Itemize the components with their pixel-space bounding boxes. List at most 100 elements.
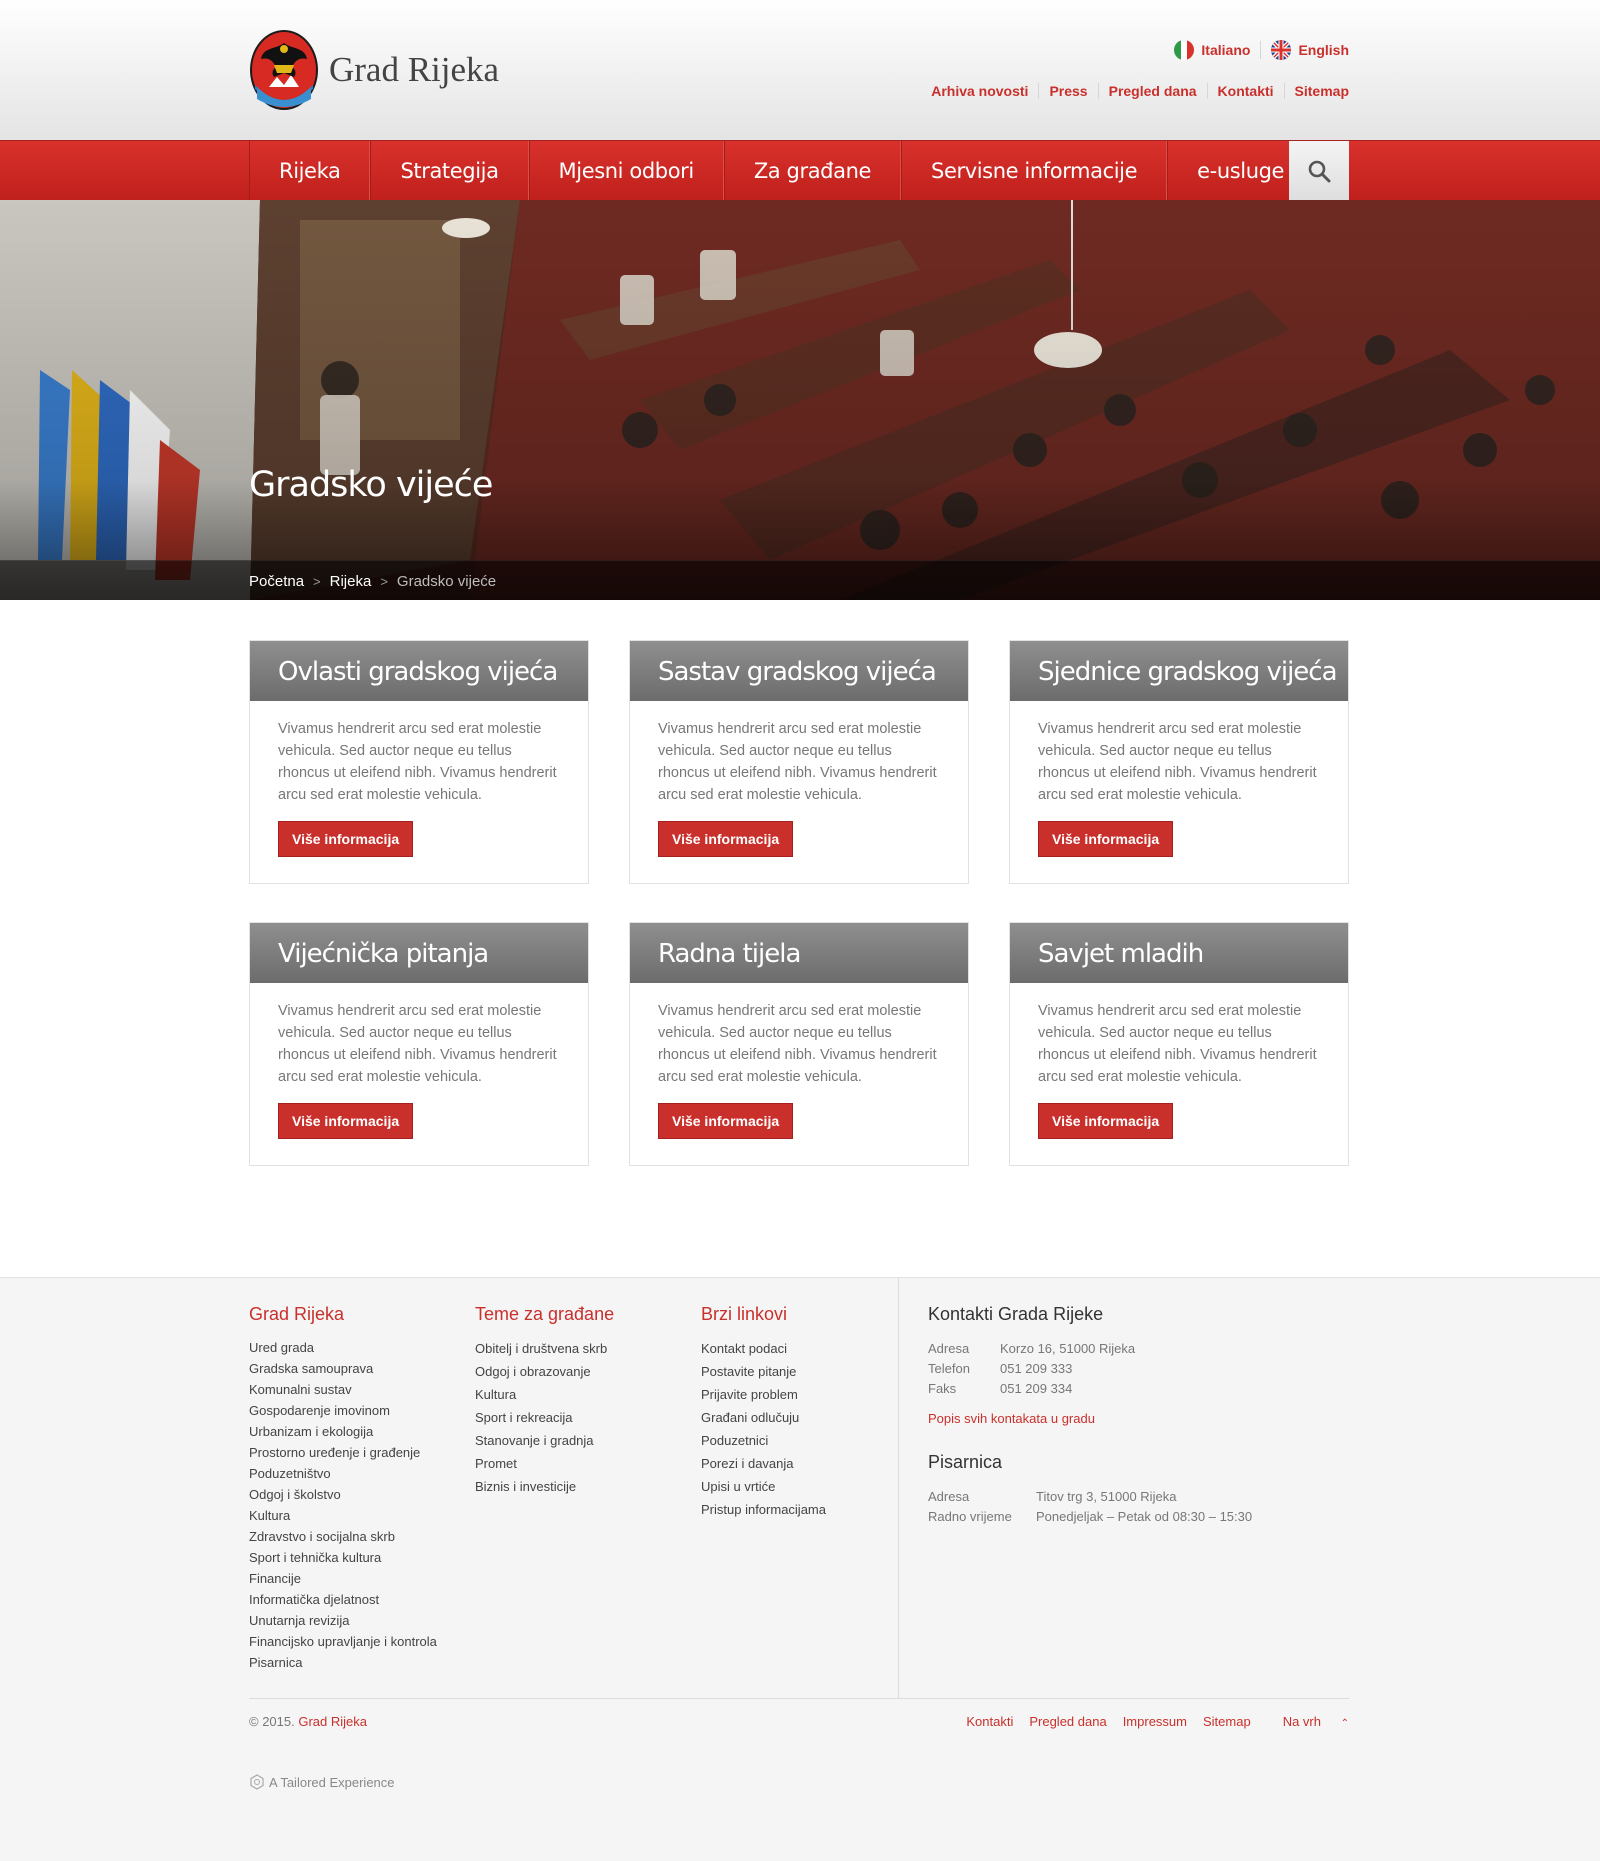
footer-col-teme: Teme za građane Obitelj i društvena skrb…	[475, 1304, 614, 1498]
footer-link[interactable]: Sport i tehnička kultura	[249, 1547, 437, 1568]
top-link-arhiva[interactable]: Arhiva novosti	[921, 83, 1038, 99]
all-contacts-link[interactable]: Popis svih kontakata u gradu	[928, 1411, 1348, 1426]
footer-link[interactable]: Komunalni sustav	[249, 1379, 437, 1400]
footer-link-impressum[interactable]: Impressum	[1123, 1714, 1187, 1729]
chevron-up-icon: ⌃	[1340, 1718, 1349, 1729]
info-card: Vijećnička pitanja Vivamus hendrerit arc…	[249, 922, 589, 1166]
info-card: Sjednice gradskog vijeća Vivamus hendrer…	[1009, 640, 1349, 884]
footer-link[interactable]: Kultura	[475, 1383, 614, 1406]
footer-link-pregled-dana[interactable]: Pregled dana	[1029, 1714, 1106, 1729]
copyright-link[interactable]: Grad Rijeka	[298, 1714, 367, 1729]
footer-col-title[interactable]: Brzi linkovi	[701, 1304, 826, 1325]
contact-key: Faks	[928, 1381, 957, 1396]
breadcrumb-home[interactable]: Početna	[249, 573, 304, 590]
tailored-credit[interactable]: A Tailored Experience	[249, 1774, 395, 1790]
more-info-button[interactable]: Više informacija	[1038, 1103, 1174, 1139]
hexagon-logo-icon	[250, 1774, 264, 1790]
info-card: Sastav gradskog vijeća Vivamus hendrerit…	[629, 640, 969, 884]
contact-key: Telefon	[928, 1361, 970, 1376]
footer-link-kontakti[interactable]: Kontakti	[966, 1714, 1013, 1729]
contact-value: Ponedjeljak – Petak od 08:30 – 15:30	[1036, 1509, 1253, 1524]
top-link-sitemap[interactable]: Sitemap	[1283, 83, 1349, 99]
footer-link[interactable]: Financije	[249, 1568, 437, 1589]
card-title: Radna tijela	[630, 923, 968, 983]
nav-item-rijeka[interactable]: Rijeka	[249, 141, 371, 201]
footer-link[interactable]: Pristup informacijama	[701, 1498, 826, 1521]
footer-link[interactable]: Prostorno uređenje i građenje	[249, 1442, 437, 1463]
contact-key: Adresa	[928, 1341, 970, 1356]
site-footer: Grad Rijeka Ured grada Gradska samouprav…	[0, 1277, 1600, 1860]
footer-col-title[interactable]: Grad Rijeka	[249, 1304, 437, 1325]
contact-value: Titov trg 3, 51000 Rijeka	[1036, 1489, 1177, 1504]
copyright-text: © 2015.	[249, 1714, 295, 1729]
footer-link[interactable]: Postavite pitanje	[701, 1360, 826, 1383]
hero-banner: Gradsko vijeće Početna > Rijeka > Gradsk…	[0, 200, 1600, 600]
more-info-button[interactable]: Više informacija	[658, 821, 794, 857]
top-link-kontakti[interactable]: Kontakti	[1206, 83, 1284, 99]
top-link-pregled[interactable]: Pregled dana	[1097, 83, 1207, 99]
footer-link-sitemap[interactable]: Sitemap	[1203, 1714, 1251, 1729]
footer-link[interactable]: Financijsko upravljanje i kontrola	[249, 1631, 437, 1652]
footer-link[interactable]: Upisi u vrtiće	[701, 1475, 826, 1498]
footer-link[interactable]: Kontakt podaci	[701, 1337, 826, 1360]
footer-link[interactable]: Poduzetništvo	[249, 1463, 437, 1484]
footer-link[interactable]: Gospodarenje imovinom	[249, 1400, 437, 1421]
footer-divider	[898, 1278, 899, 1698]
more-info-button[interactable]: Više informacija	[278, 821, 414, 857]
footer-link[interactable]: Građani odlučuju	[701, 1406, 826, 1429]
footer-link[interactable]: Urbanizam i ekologija	[249, 1421, 437, 1442]
search-icon	[1308, 160, 1331, 183]
chevron-right-icon: >	[380, 573, 388, 589]
footer-bottom-links: Kontakti Pregled dana Impressum Sitemap …	[950, 1714, 1349, 1729]
language-english[interactable]: English	[1271, 40, 1349, 60]
footer-link[interactable]: Kultura	[249, 1505, 437, 1526]
footer-link[interactable]: Odgoj i školstvo	[249, 1484, 437, 1505]
footer-link[interactable]: Sport i rekreacija	[475, 1406, 614, 1429]
footer-link[interactable]: Ured grada	[249, 1337, 437, 1358]
footer-link[interactable]: Porezi i davanja	[701, 1452, 826, 1475]
chevron-right-icon: >	[313, 573, 321, 589]
top-link-press[interactable]: Press	[1038, 83, 1097, 99]
copyright: © 2015. Grad Rijeka	[249, 1714, 367, 1729]
site-name: Grad Rijeka	[329, 50, 500, 89]
separator	[1260, 41, 1262, 59]
footer-link[interactable]: Informatička djelatnost	[249, 1589, 437, 1610]
top-links: Arhiva novosti Press Pregled dana Kontak…	[921, 83, 1349, 99]
footer-link[interactable]: Promet	[475, 1452, 614, 1475]
card-title: Sastav gradskog vijeća	[630, 641, 968, 701]
footer-link[interactable]: Odgoj i obrazovanje	[475, 1360, 614, 1383]
language-italiano[interactable]: Italiano	[1174, 40, 1250, 60]
card-text: Vivamus hendrerit arcu sed erat molestie…	[1038, 1003, 1317, 1085]
footer-link[interactable]: Gradska samouprava	[249, 1358, 437, 1379]
nav-item-servisne-informacije[interactable]: Servisne informacije	[901, 141, 1168, 201]
nav-item-za-gradane[interactable]: Za građane	[723, 141, 902, 201]
breadcrumb: Početna > Rijeka > Gradsko vijeće	[0, 560, 1600, 600]
footer-link[interactable]: Prijavite problem	[701, 1383, 826, 1406]
more-info-button[interactable]: Više informacija	[1038, 821, 1174, 857]
nav-item-strategija[interactable]: Strategija	[370, 141, 529, 201]
nav-item-mjesni-odbori[interactable]: Mjesni odbori	[528, 141, 724, 201]
footer-col-grad-rijeka: Grad Rijeka Ured grada Gradska samouprav…	[249, 1304, 437, 1673]
search-button[interactable]	[1289, 141, 1349, 201]
footer-link[interactable]: Pisarnica	[249, 1652, 437, 1673]
site-logo[interactable]: Grad Rijeka	[249, 29, 499, 111]
card-text: Vivamus hendrerit arcu sed erat molestie…	[278, 721, 557, 803]
footer-link[interactable]: Zdravstvo i socijalna skrb	[249, 1526, 437, 1547]
more-info-button[interactable]: Više informacija	[658, 1103, 794, 1139]
footer-link[interactable]: Biznis i investicije	[475, 1475, 614, 1498]
back-to-top-label: Na vrh	[1282, 1714, 1321, 1729]
info-card: Radna tijela Vivamus hendrerit arcu sed …	[629, 922, 969, 1166]
footer-col-title[interactable]: Teme za građane	[475, 1304, 614, 1325]
uk-flag-icon	[1271, 40, 1292, 60]
footer-link[interactable]: Obitelj i društvena skrb	[475, 1337, 614, 1360]
footer-link[interactable]: Poduzetnici	[701, 1429, 826, 1452]
language-label: Italiano	[1201, 42, 1251, 58]
card-text: Vivamus hendrerit arcu sed erat molestie…	[658, 721, 937, 803]
back-to-top-link[interactable]: Na vrh ⌃	[1267, 1714, 1349, 1729]
breadcrumb-rijeka[interactable]: Rijeka	[330, 573, 372, 590]
footer-link[interactable]: Stanovanje i gradnja	[475, 1429, 614, 1452]
contact-key: Adresa	[928, 1489, 970, 1504]
more-info-button[interactable]: Više informacija	[278, 1103, 414, 1139]
card-text: Vivamus hendrerit arcu sed erat molestie…	[1038, 721, 1317, 803]
footer-link[interactable]: Unutarnja revizija	[249, 1610, 437, 1631]
